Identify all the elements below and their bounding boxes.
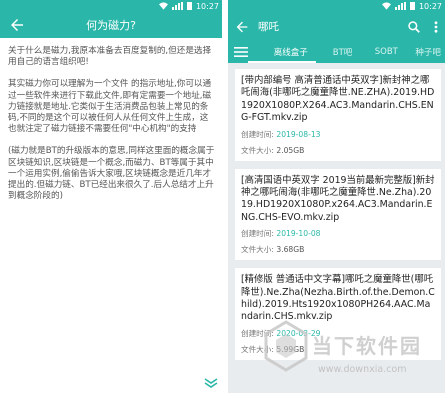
search-query[interactable]: 哪吒 [258,19,407,34]
active-tab-indicator [248,61,316,63]
result-title[interactable]: [带内部编号 高清普通话中英双字]新封神之哪吒闹海(非哪吒之魔童降世.NE.ZH… [241,75,435,125]
status-bar: 10:27 [228,0,445,12]
result-title[interactable]: [精修版 普通话中文字幕]哪吒之魔童降世(哪吒降世).Ne.Zha(Nezha.… [241,274,435,324]
menu-icon[interactable] [234,46,248,58]
right-screen: 10:27 哪吒 离线盒子 BT吧 SOBT 种子吧 [带内部编号 高清普通话中… [228,0,445,393]
back-arrow-icon[interactable] [234,19,250,35]
battery-icon [186,2,192,10]
article-paragraph: (磁力就是BT的升级版本的意思,同样这里面的概念属于区块链知识,区块链是一个概念… [8,146,215,202]
signal-icon [171,2,183,10]
left-screen: 10:27 何为磁力? 关于什么是磁力,我原本准备去百度复制的,但还是选择用自己… [0,0,222,393]
source-tabs: 离线盒子 BT吧 SOBT 种子吧 [228,41,445,63]
more-vert-icon[interactable] [431,20,441,34]
tab-offline-box[interactable]: 离线盒子 [258,46,324,58]
status-bar: 10:27 [0,0,222,12]
back-arrow-icon[interactable] [8,16,26,34]
wifi-icon [158,2,168,10]
left-app-bar: 10:27 何为磁力? [0,0,222,38]
result-list: [带内部编号 高清普通话中英双字]新封神之哪吒闹海(非哪吒之魔童降世.NE.ZH… [228,63,445,360]
result-title[interactable]: [高清国语中英双字 2019当前最新完整版]新封神之哪吒闹海(非哪吒之魔童降世.… [241,175,435,225]
tab-bt-bar[interactable]: BT吧 [324,46,362,58]
size-label: 文件大小: [241,145,274,155]
result-card[interactable]: [精修版 普通话中文字幕]哪吒之魔童降世(哪吒降世).Ne.Zha(Nezha.… [235,268,441,360]
result-size: 5.99GB [276,344,305,354]
right-app-bar: 10:27 哪吒 离线盒子 BT吧 SOBT 种子吧 [228,0,445,63]
result-size: 3.68GB [276,245,305,255]
article-paragraph: 其实磁力你可以理解为一个文件 的指示地址,你可以通过一些软件来进行下载此文件,即… [8,79,212,135]
tab-sobt[interactable]: SOBT [361,47,411,57]
signal-icon [394,2,406,10]
search-icon[interactable] [407,20,421,34]
result-card[interactable]: [带内部编号 高清普通话中英双字]新封神之哪吒闹海(非哪吒之魔童降世.NE.ZH… [235,69,441,161]
result-date: 2020-03-29 [276,328,321,338]
date-label: 创建时间: [241,229,274,239]
article-paragraph: 关于什么是磁力,我原本准备去百度复制的,但还是选择用自己的语言组织吧! [8,46,212,68]
tab-seed-bar[interactable]: 种子吧 [411,46,445,58]
wifi-icon [381,2,391,10]
clock: 10:27 [195,1,219,11]
date-label: 创建时间: [241,328,274,338]
article-body: 关于什么是磁力,我原本准备去百度复制的,但还是选择用自己的语言组织吧! 其实磁力… [0,38,222,202]
size-label: 文件大小: [241,245,274,255]
date-label: 创建时间: [241,129,274,139]
chevron-down-icon[interactable] [204,378,218,388]
result-size: 2.05GB [276,145,305,155]
result-card[interactable]: [高清国语中英双字 2019当前最新完整版]新封神之哪吒闹海(非哪吒之魔童降世.… [235,168,441,261]
clock: 10:27 [418,1,442,11]
size-label: 文件大小: [241,344,274,354]
result-date: 2019-10-08 [276,229,321,239]
result-date: 2019-08-13 [276,129,321,139]
page-title: 何为磁力? [86,19,136,32]
battery-icon [409,2,415,10]
